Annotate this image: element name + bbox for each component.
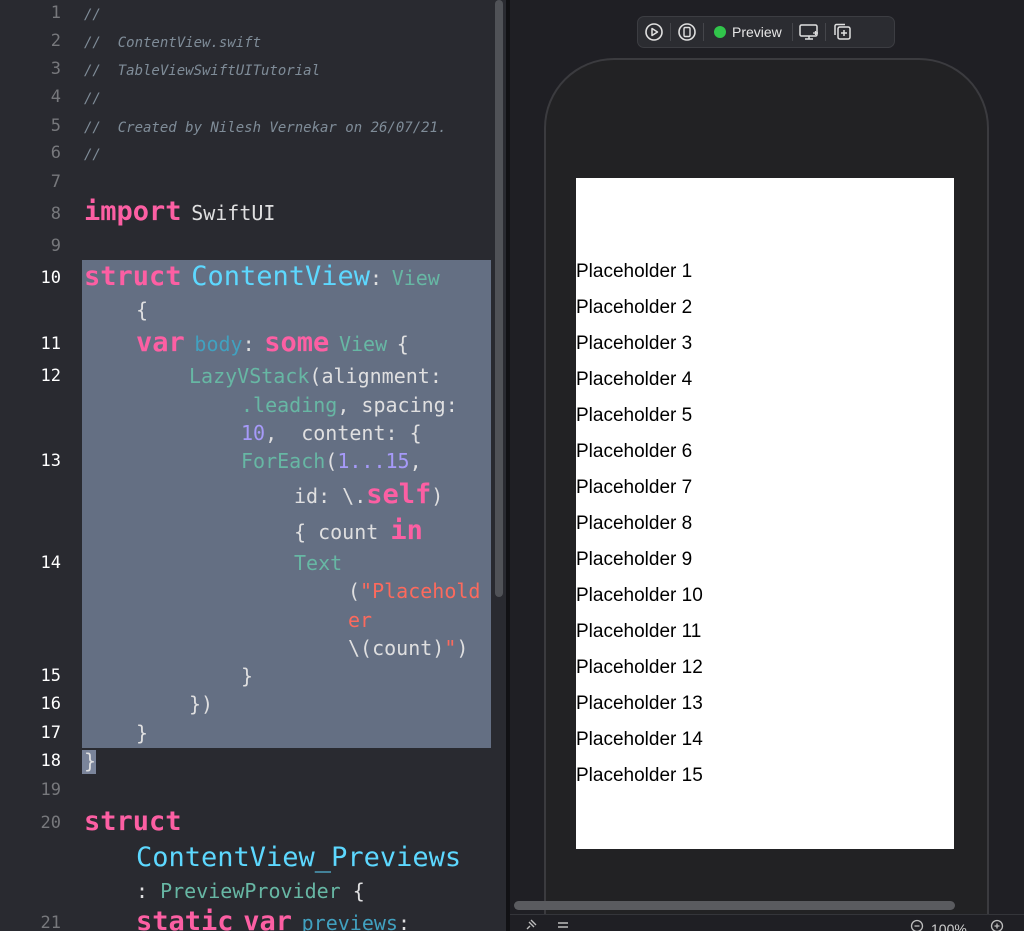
line-number: 9 [50, 236, 61, 256]
zoom-level: 100% [931, 921, 967, 931]
line-number: 3 [50, 59, 61, 79]
list-item: Placeholder 14 [576, 729, 703, 750]
code-line-content: 10, content: { [241, 421, 422, 445]
adjust-icon[interactable] [556, 917, 570, 931]
line-number: 19 [40, 780, 61, 800]
code-line-close: }) [189, 692, 214, 716]
code-line-static: static var previews: [136, 906, 410, 931]
line-number: 6 [50, 143, 61, 163]
line-number: 20 [40, 813, 61, 833]
preview-toolbar: Preview [637, 16, 895, 48]
list-item: Placeholder 1 [576, 261, 693, 282]
line-number: 1 [50, 3, 61, 23]
device-screen[interactable]: Placeholder 1 Placeholder 2 Placeholder … [576, 178, 954, 849]
list-item: Placeholder 3 [576, 333, 693, 354]
list-item: Placeholder 6 [576, 441, 693, 462]
canvas-bottom-bar: 100% [510, 914, 1024, 931]
code-line-lazyvstack: LazyVStack(alignment: [189, 364, 442, 388]
line-number: 10 [40, 268, 61, 288]
code-line-body: var body: some View { [136, 327, 409, 358]
code-comment: // [84, 7, 101, 23]
code-line-interp: \(count)") [348, 636, 469, 660]
line-number: 13 [40, 451, 61, 471]
line-number: 15 [40, 666, 61, 686]
list-item: Placeholder 7 [576, 477, 693, 498]
code-line-close: } [84, 749, 97, 773]
code-comment: // TableViewSwiftUITutorial [84, 63, 321, 79]
play-circle-icon[interactable] [638, 17, 670, 47]
code-line-close: } [136, 721, 149, 745]
line-number: 18 [40, 751, 61, 771]
line-number: 7 [50, 172, 61, 192]
code-line-count: { count in [294, 515, 423, 546]
line-number: 5 [50, 116, 61, 136]
canvas-scrollbar[interactable] [514, 901, 955, 910]
code-line-id: id: \.self) [294, 479, 444, 510]
line-number: 16 [40, 694, 61, 714]
code-line-struct-previews: struct [84, 806, 182, 837]
list-item: Placeholder 9 [576, 549, 693, 570]
code-comment: // [84, 91, 101, 107]
line-number: 12 [40, 366, 61, 386]
code-line-previews-name: ContentView_Previews [136, 842, 462, 873]
zoom-in-icon[interactable] [990, 918, 1004, 931]
duplicate-icon[interactable] [826, 17, 858, 47]
code-line-close: } [241, 664, 254, 688]
code-line-brace: { [136, 298, 149, 322]
code-line-struct: struct ContentView: View [84, 261, 440, 292]
device-settings-icon[interactable] [793, 17, 825, 47]
line-number: 14 [40, 553, 61, 573]
code-line-string: ("Placehold [348, 579, 481, 603]
preview-label: Preview [732, 24, 782, 40]
line-number: 8 [50, 204, 61, 224]
line-number: 4 [50, 87, 61, 107]
pin-icon[interactable] [524, 917, 538, 931]
line-number: 11 [40, 334, 61, 354]
zoom-out-icon[interactable] [910, 918, 924, 931]
list-item: Placeholder 11 [576, 621, 702, 642]
live-status-dot [714, 26, 726, 38]
code-comment: // ContentView.swift [84, 35, 262, 51]
editor-scrollbar[interactable] [495, 0, 503, 597]
code-line-preview-provider: : PreviewProvider { [136, 879, 365, 903]
list-item: Placeholder 4 [576, 369, 693, 390]
preview-canvas: Preview Placeholder 1 Placeholder 2 Plac… [510, 0, 1024, 931]
list-item: Placeholder 15 [576, 765, 703, 786]
list-item: Placeholder 12 [576, 657, 703, 678]
line-number: 17 [40, 723, 61, 743]
code-line-import: import SwiftUI [84, 196, 276, 227]
line-number: 2 [50, 31, 61, 51]
code-line-string-cont: er [348, 608, 373, 632]
preview-status[interactable]: Preview [704, 17, 792, 47]
code-line-foreach: ForEach(1...15, [241, 449, 422, 473]
list-item: Placeholder 10 [576, 585, 703, 606]
list-item: Placeholder 13 [576, 693, 703, 714]
code-line-text: Text [294, 551, 343, 575]
device-live-icon[interactable] [671, 17, 703, 47]
code-line-leading: .leading, spacing: [241, 393, 458, 417]
list-item: Placeholder 8 [576, 513, 693, 534]
code-comment: // Created by Nilesh Vernekar on 26/07/2… [84, 120, 447, 136]
list-item: Placeholder 5 [576, 405, 693, 426]
list-item: Placeholder 2 [576, 297, 693, 318]
code-comment: // [84, 147, 101, 163]
line-number: 21 [40, 913, 61, 931]
code-editor[interactable]: 1 2 3 4 5 6 7 8 9 10 11 12 13 14 15 16 1… [0, 0, 506, 931]
